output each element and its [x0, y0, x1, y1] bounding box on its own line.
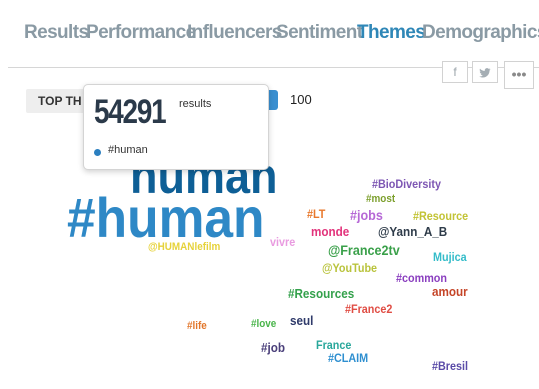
- tooltip-results-label: results: [179, 98, 212, 110]
- tooltip-count: 54291: [94, 93, 167, 131]
- cloud-word[interactable]: #love: [251, 319, 276, 331]
- cloud-word[interactable]: seul: [290, 313, 313, 328]
- cloud-word[interactable]: amour: [432, 284, 468, 299]
- cloud-word[interactable]: #job: [261, 340, 285, 355]
- cloud-word[interactable]: @France2tv: [328, 242, 400, 258]
- cloud-word[interactable]: #Resources: [288, 286, 354, 301]
- cloud-word[interactable]: #most: [366, 194, 396, 206]
- cloud-word[interactable]: #CLAIM: [328, 353, 368, 366]
- word-cloud: human#human@HUMANlefilm vivre#BioDiversit…: [67, 149, 468, 374]
- cloud-word[interactable]: #Resource: [413, 211, 468, 224]
- tooltip-term: #human: [108, 144, 148, 156]
- cloud-word[interactable]: @HUMANlefilm: [148, 242, 220, 254]
- cloud-word[interactable]: France: [316, 340, 351, 353]
- cloud-word[interactable]: @YouTube: [322, 263, 377, 276]
- tooltip: 54291 results #human: [83, 84, 269, 170]
- cloud-word[interactable]: @Yann_A_B: [378, 224, 447, 239]
- cloud-word[interactable]: #common: [396, 273, 447, 286]
- cloud-word[interactable]: #life: [187, 321, 207, 333]
- cloud-word[interactable]: #LT: [307, 209, 325, 222]
- cloud-word[interactable]: #France2: [345, 304, 392, 317]
- cloud-word[interactable]: #human: [67, 187, 264, 249]
- cloud-word[interactable]: monde: [311, 224, 349, 239]
- tooltip-legend-dot: [94, 149, 101, 156]
- cloud-word[interactable]: vivre: [270, 237, 295, 250]
- cloud-word[interactable]: Mujica: [433, 252, 467, 265]
- cloud-word[interactable]: #jobs: [350, 207, 383, 223]
- cloud-word[interactable]: #BioDiversity: [372, 179, 442, 192]
- cloud-word[interactable]: #Bresil: [432, 361, 468, 374]
